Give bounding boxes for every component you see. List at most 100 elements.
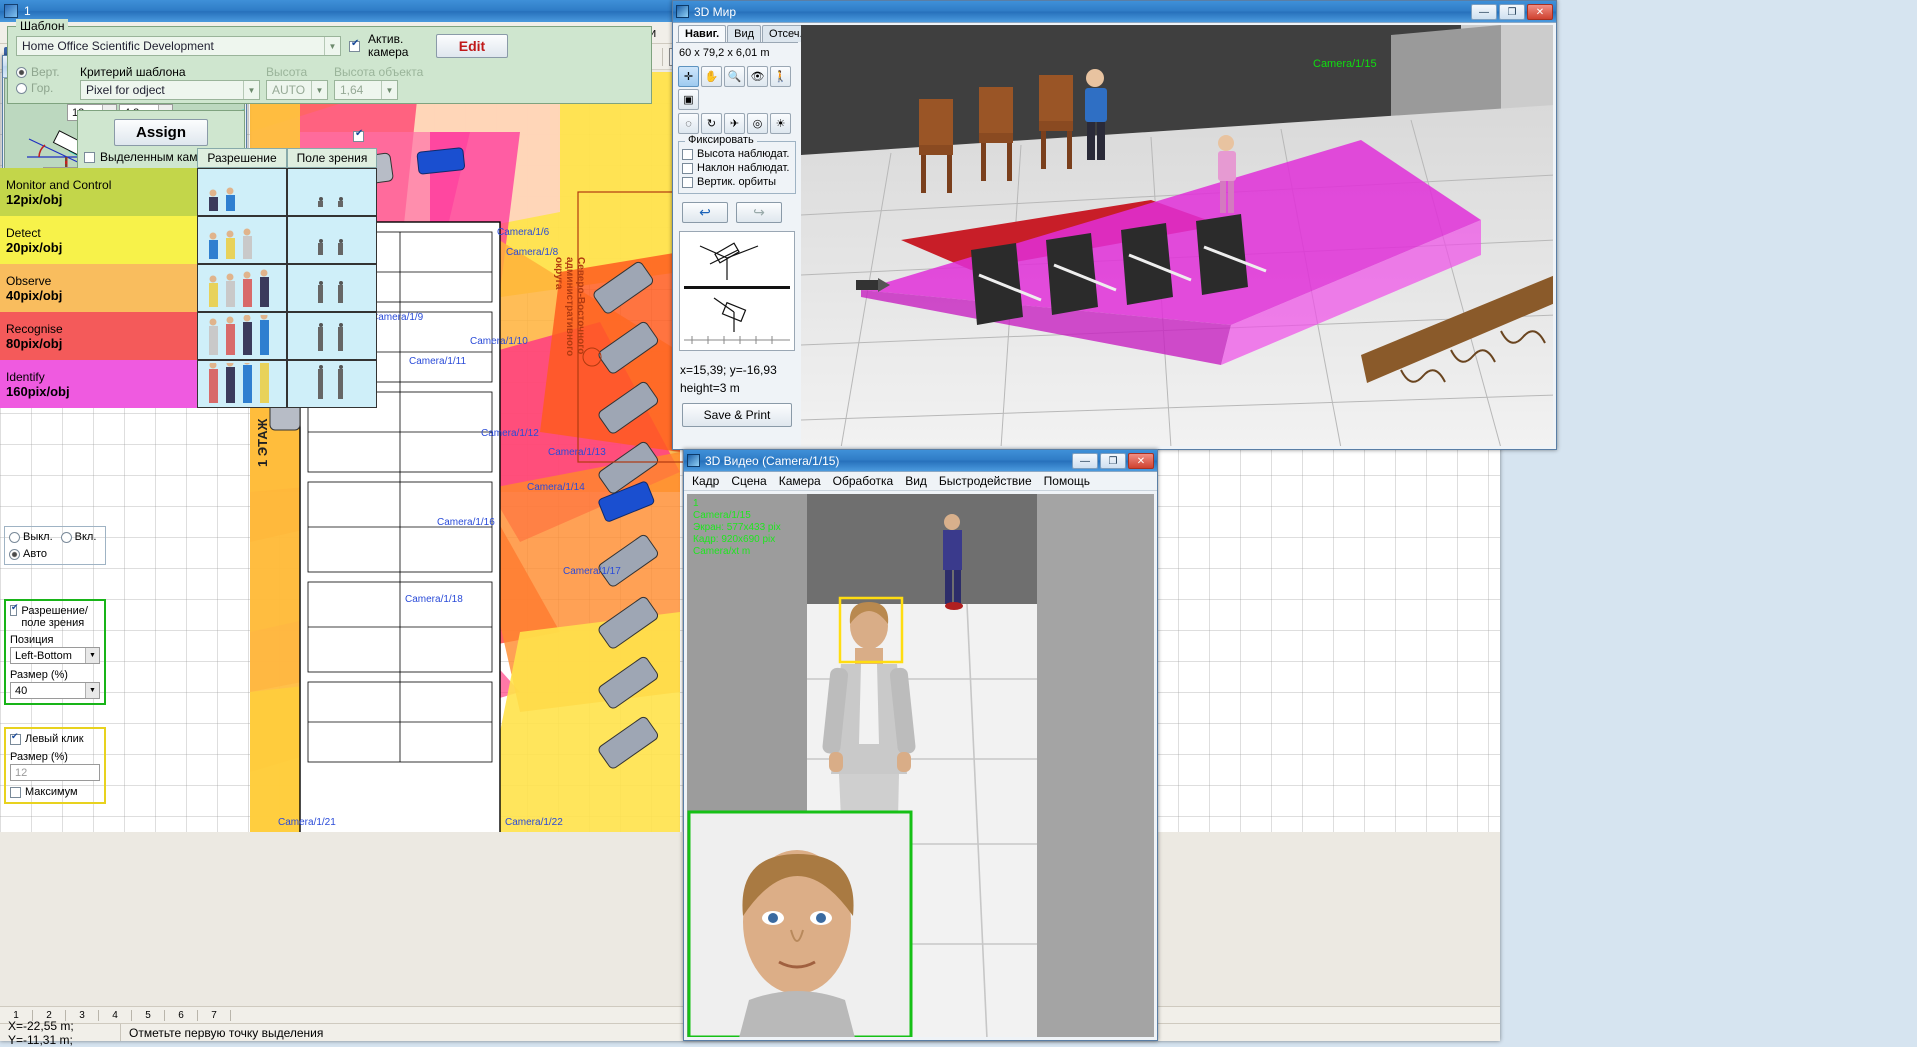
plan-camera-label[interactable]: Camera/1/21 (278, 817, 336, 828)
menu-scena[interactable]: Сцена (726, 473, 771, 489)
column-resolution: Разрешение (197, 148, 287, 168)
orbit-icon[interactable]: ◌ (678, 113, 699, 134)
chevron-down-icon[interactable]: ▼ (381, 81, 397, 99)
left-click-checkbox[interactable]: ✔ (10, 731, 21, 745)
light-icon[interactable]: ☀ (770, 113, 791, 134)
hand-icon[interactable]: ✋ (701, 66, 722, 87)
resolution-row[interactable]: Detect 20pix/obj (0, 216, 1917, 264)
active-camera-checkbox-2[interactable]: ✔ (353, 128, 364, 142)
resolution-level-value: 160pix/obj (6, 383, 70, 399)
vertical-radio[interactable] (16, 66, 27, 78)
menu-kadr[interactable]: Кадр (687, 473, 724, 489)
height-label: Высота (266, 65, 308, 79)
horizontal-label: Гор. (31, 81, 54, 95)
frame-icon[interactable]: ▣ (678, 89, 699, 110)
pip-off-option[interactable]: Выкл. (9, 531, 53, 543)
height-select[interactable]: AUTO ▼ (266, 80, 328, 100)
minimize-button[interactable]: — (1072, 452, 1098, 469)
left-click-row[interactable]: ✔ Левый клик (10, 731, 100, 745)
pan-icon[interactable]: ✛ (678, 66, 699, 87)
menu-bystrodeystvie[interactable]: Быстродействие (934, 473, 1037, 489)
fov-people-icon (287, 168, 377, 216)
pip-position-value: Left-Bottom (15, 649, 72, 662)
criterion-select[interactable]: Pixel for odject ▼ (80, 80, 260, 100)
pip-on-radio[interactable] (60, 531, 72, 543)
assign-button[interactable]: Assign (114, 119, 208, 146)
minimize-button[interactable]: — (1471, 3, 1497, 20)
menu-pomoshch[interactable]: Помощь (1039, 473, 1095, 489)
chevron-down-icon[interactable]: ▼ (85, 648, 99, 663)
pip-position-select[interactable]: Left-Bottom ▼ (10, 647, 100, 664)
pip-on-option[interactable]: Вкл. (60, 531, 97, 543)
menu-obrabotka[interactable]: Обработка (828, 473, 899, 489)
fly-icon[interactable]: ✈ (724, 113, 745, 134)
plan-camera-label[interactable]: Camera/1/12 (481, 428, 539, 439)
resolution-row-label: Observe 40pix/obj (0, 264, 197, 312)
pip-resolution-checkbox[interactable]: ✔ (10, 602, 19, 616)
target-size-value: 12 (15, 766, 28, 779)
3d-video-window: 3D Видео (Camera/1/15) — ❐ ✕ Кадр Сцена … (683, 449, 1158, 1041)
left-click-label: Левый клик (25, 733, 84, 745)
pip-auto-label: Авто (23, 548, 47, 560)
resolution-row[interactable]: Identify 160pix/obj (0, 360, 1917, 408)
plan-camera-label[interactable]: Camera/1/16 (437, 517, 495, 528)
resolution-row[interactable]: Monitor and Control 12pix/obj (0, 168, 1917, 216)
active-camera-checkbox[interactable]: ✔ (349, 38, 360, 52)
pip-position-label: Позиция (10, 634, 54, 646)
horizontal-radio[interactable] (16, 82, 27, 94)
close-button[interactable]: ✕ (1128, 452, 1154, 469)
pip-on-label: Вкл. (74, 531, 97, 543)
plan-camera-label[interactable]: Camera/1/14 (527, 482, 585, 493)
resolution-row[interactable]: Recognise 80pix/obj (0, 312, 1917, 360)
plan-camera-label[interactable]: Camera/1/13 (548, 447, 606, 458)
zoom-icon[interactable]: 🔍 (724, 66, 745, 87)
pip-off-radio[interactable] (9, 531, 20, 543)
template-group-label: Шаблон (16, 19, 69, 33)
hor-radio-row[interactable]: Гор. (16, 81, 74, 95)
chevron-down-icon[interactable]: ▼ (324, 37, 340, 55)
tab-navigation[interactable]: Навиг. (678, 25, 727, 42)
plan-camera-label[interactable]: Camera/1/18 (405, 594, 463, 605)
resolution-level-value: 80pix/obj (6, 335, 63, 351)
maximum-row[interactable]: Максимум (10, 786, 100, 798)
maximize-button[interactable]: ❐ (1499, 3, 1525, 20)
menu-kamera[interactable]: Камера (774, 473, 826, 489)
resolution-level-value: 40pix/obj (6, 287, 63, 303)
3d-video-title: 3D Видео (Camera/1/15) (705, 453, 840, 468)
maximize-button[interactable]: ❐ (1100, 452, 1126, 469)
resolution-row[interactable]: Observe 40pix/obj (0, 264, 1917, 312)
rotate-icon[interactable]: ↻ (701, 113, 722, 134)
chevron-down-icon[interactable]: ▼ (243, 81, 259, 99)
pip-auto-option[interactable]: Авто (9, 548, 101, 560)
eye-icon[interactable]: 👁 (747, 66, 768, 87)
resolution-table-body: Monitor and Control 12pix/obj Detect 20pix/… (0, 168, 1917, 408)
video-overlay-line1: 1 (693, 498, 699, 509)
menu-vid[interactable]: Вид (900, 473, 932, 489)
pip-off-label: Выкл. (23, 531, 53, 543)
maximum-checkbox[interactable] (10, 786, 21, 798)
pip-auto-radio[interactable] (9, 548, 20, 560)
resolution-level-name: Monitor and Control (6, 177, 112, 192)
chevron-down-icon[interactable]: ▼ (311, 81, 327, 99)
resolution-people-icon (197, 216, 287, 264)
status-hint: Отметьте первую точку выделения (120, 1024, 331, 1041)
resolution-table: Разрешение Поле зрения Monitor and Contr… (0, 148, 1917, 408)
target-size-field[interactable]: 12 (10, 764, 100, 781)
target-icon[interactable]: ◎ (747, 113, 768, 134)
template-select[interactable]: Home Office Scientific Development ▼ (16, 36, 341, 56)
criterion-label: Критерий шаблона (80, 65, 186, 79)
edit-button[interactable]: Edit (436, 34, 508, 58)
pip-resolution-row[interactable]: ✔ Разрешение/ поле зрения (10, 602, 100, 629)
object-height-select[interactable]: 1,64 ▼ (334, 80, 398, 100)
pip-size-select[interactable]: 40 ▼ (10, 682, 100, 699)
close-button[interactable]: ✕ (1527, 3, 1553, 20)
walk-icon[interactable]: 🚶 (770, 66, 791, 87)
chevron-down-icon[interactable]: ▼ (85, 683, 99, 698)
plan-camera-label[interactable]: Camera/1/17 (563, 566, 621, 577)
plan-camera-label[interactable]: Camera/1/22 (505, 817, 563, 828)
3d-video-canvas[interactable]: 1 Camera/1/15 Экран: 577x433 pix Кадр: 9… (687, 494, 1154, 1037)
3d-video-icon (687, 454, 700, 467)
tab-view[interactable]: Вид (727, 25, 762, 42)
vert-radio-row[interactable]: Верт. (16, 65, 74, 79)
fov-people-icon (287, 264, 377, 312)
